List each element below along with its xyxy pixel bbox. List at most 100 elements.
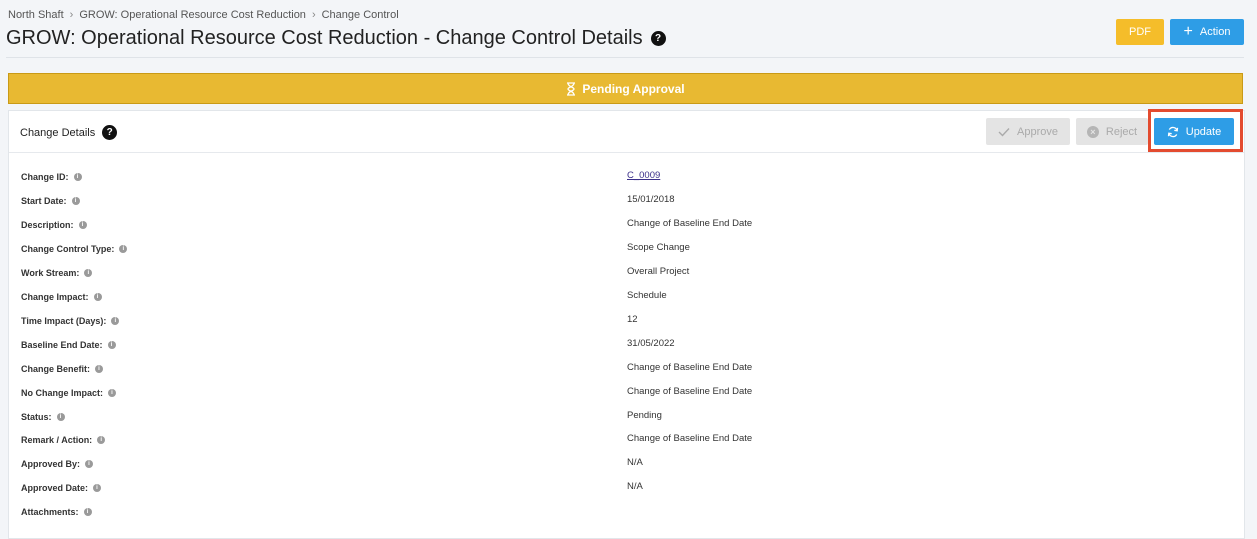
info-icon[interactable]: i: [108, 388, 117, 397]
info-icon[interactable]: i: [119, 244, 128, 253]
status-banner: Pending Approval: [8, 73, 1243, 104]
change-id-link[interactable]: C_0009: [627, 170, 660, 181]
detail-row: Remark / Action: i Change of Baseline End …: [9, 433, 1244, 455]
info-icon[interactable]: i: [78, 220, 87, 229]
change-details-card: Change Details ? Approve × Reject Update…: [8, 109, 1245, 539]
breadcrumb-separator: ›: [69, 9, 74, 21]
detail-row: Change Impact: i Schedule: [9, 289, 1244, 312]
breadcrumb-item-program[interactable]: GROW: Operational Resource Cost Reductio…: [79, 9, 306, 21]
detail-row: Change Benefit: i Change of Baseline End D…: [9, 362, 1244, 384]
info-icon[interactable]: i: [71, 196, 80, 205]
detail-value: N/A: [627, 457, 643, 469]
detail-row: Work Stream: i Overall Project: [9, 265, 1244, 288]
pdf-button-label: PDF: [1129, 26, 1151, 38]
info-icon[interactable]: i: [107, 340, 116, 349]
breadcrumb-separator: ›: [311, 9, 316, 21]
detail-label-text: Approved Date:: [21, 483, 89, 494]
detail-label-text: Remark / Action:: [21, 435, 93, 446]
detail-row: Start Date: i 15/01/2018: [9, 194, 1244, 216]
action-button-label: Action: [1199, 26, 1231, 38]
info-icon[interactable]: i: [97, 436, 106, 445]
detail-label: Status: i: [21, 412, 65, 422]
detail-row: Approved By: i N/A: [9, 457, 1244, 479]
page: North Shaft › GROW: Operational Resource…: [0, 0, 1257, 539]
detail-value: Schedule: [627, 289, 667, 301]
info-icon[interactable]: i: [93, 292, 102, 301]
detail-row: Change Control Type: i Scope Change: [9, 241, 1244, 264]
detail-label-text: Baseline End Date:: [21, 339, 103, 350]
status-banner-text: Pending Approval: [582, 81, 685, 96]
detail-label: Change Control Type: i: [21, 243, 128, 254]
detail-value: N/A: [627, 481, 643, 493]
info-icon[interactable]: i: [93, 484, 102, 493]
detail-label: Remark / Action: i: [21, 435, 106, 446]
breadcrumb-item-current: Change Control: [321, 9, 399, 21]
detail-label-text: Description:: [21, 219, 74, 230]
reject-button-label: Reject: [1105, 125, 1138, 138]
detail-row: Description: i Change of Baseline End Date: [9, 217, 1244, 240]
header-divider: [6, 57, 1244, 58]
breadcrumb: North Shaft › GROW: Operational Resource…: [8, 9, 399, 21]
detail-value: Overall Project: [627, 265, 690, 277]
info-icon[interactable]: i: [56, 412, 65, 421]
detail-row: Status: i Pending: [9, 409, 1244, 432]
plus-icon: +: [1183, 23, 1193, 40]
card-title-text: Change Details: [20, 126, 96, 139]
help-icon[interactable]: ?: [650, 31, 666, 46]
detail-label: Baseline End Date: i: [21, 340, 116, 350]
detail-value: Change of Baseline End Date: [627, 433, 753, 445]
detail-label: Start Date: i: [21, 196, 80, 206]
detail-value: 31/05/2022: [627, 337, 675, 349]
approve-button-label: Approve: [1017, 125, 1058, 138]
hourglass-icon: [567, 81, 576, 96]
card-header: Change Details ? Approve × Reject Update: [9, 109, 1244, 153]
info-icon[interactable]: i: [73, 173, 82, 181]
detail-row: No Change Impact: i Change of Baseline End…: [9, 385, 1244, 408]
detail-row: Time Impact (Days): i 12: [9, 313, 1244, 336]
detail-label-text: Change Impact:: [21, 291, 89, 302]
detail-row: Change ID: i C_0009: [9, 170, 1244, 192]
page-title: GROW: Operational Resource Cost Reductio…: [6, 27, 666, 50]
info-icon[interactable]: i: [83, 508, 92, 517]
detail-row: Attachments: i: [9, 507, 1244, 527]
detail-label: Time Impact (Days): i: [21, 315, 120, 326]
detail-value: Scope Change: [627, 241, 690, 253]
info-icon[interactable]: i: [84, 268, 93, 277]
reject-button[interactable]: × Reject: [1076, 118, 1148, 145]
detail-label: Attachments: i: [21, 507, 92, 517]
detail-row: Baseline End Date: i 31/05/2022: [9, 337, 1244, 360]
info-icon[interactable]: i: [111, 316, 120, 325]
close-circle-icon: ×: [1086, 125, 1099, 138]
detail-label: Change Impact: i: [21, 292, 102, 302]
pdf-button[interactable]: PDF: [1116, 19, 1164, 45]
help-icon[interactable]: ?: [102, 125, 118, 140]
info-icon[interactable]: i: [85, 460, 94, 469]
page-title-text: GROW: Operational Resource Cost Reductio…: [6, 27, 643, 49]
action-button[interactable]: + Action: [1170, 19, 1244, 45]
detail-label: Description: i: [21, 220, 87, 230]
check-icon: [998, 127, 1010, 137]
update-button[interactable]: Update: [1154, 118, 1234, 145]
detail-label: No Change Impact: i: [21, 388, 117, 398]
detail-label: Change Benefit: i: [21, 363, 104, 374]
detail-label-text: Approved By:: [21, 459, 81, 470]
update-button-label: Update: [1185, 125, 1222, 138]
detail-label-text: Change Control Type:: [21, 243, 115, 254]
detail-label-text: Work Stream:: [21, 267, 80, 278]
info-icon[interactable]: i: [95, 364, 104, 373]
detail-value: Change of Baseline End Date: [627, 217, 753, 229]
detail-value: Change of Baseline End Date: [627, 385, 753, 397]
refresh-icon: [1167, 126, 1178, 137]
detail-label-text: Change ID:: [21, 172, 69, 182]
detail-value: Pending: [627, 409, 662, 421]
approve-button[interactable]: Approve: [986, 118, 1070, 145]
detail-label-text: Status:: [21, 411, 52, 422]
detail-label-text: Time Impact (Days):: [21, 315, 107, 326]
detail-label-text: Change Benefit:: [21, 363, 91, 374]
detail-label: Change ID: i: [21, 172, 82, 182]
detail-value: 12: [627, 313, 638, 325]
detail-label-text: Attachments:: [21, 507, 79, 518]
detail-label: Approved By: i: [21, 459, 94, 470]
detail-row: Approved Date: i N/A: [9, 481, 1244, 503]
breadcrumb-item-project[interactable]: North Shaft: [8, 9, 64, 21]
